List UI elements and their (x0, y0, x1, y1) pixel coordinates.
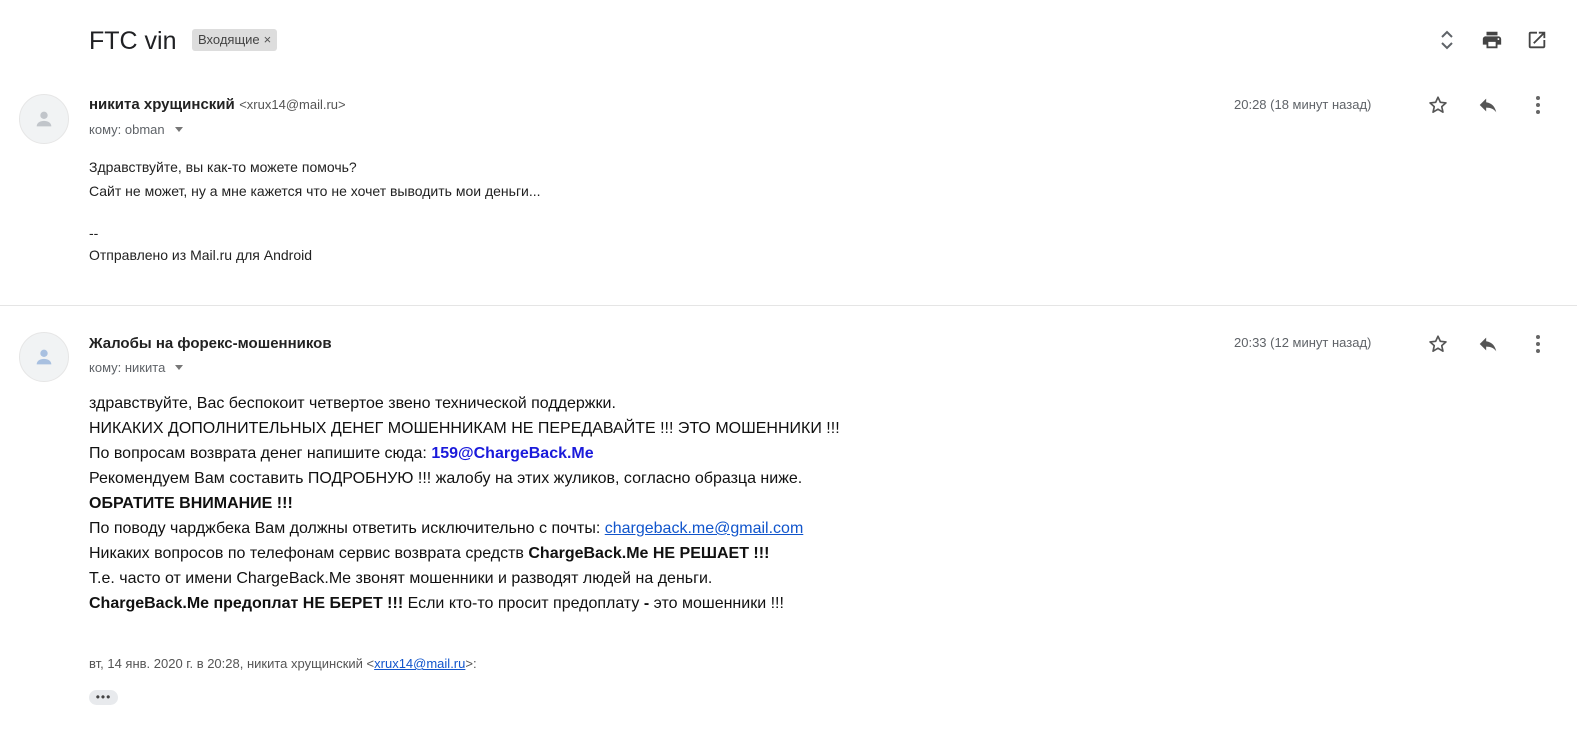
sender-avatar[interactable] (19, 94, 69, 144)
expand-collapse-icon[interactable] (1435, 28, 1459, 52)
body-text: Если кто-то просит предоплату (403, 595, 644, 612)
body-line: ChargeBack.Me предоплат НЕ БЕРЕТ !!! Есл… (89, 591, 840, 616)
recipients-text: кому: никита (89, 360, 166, 375)
sender-name[interactable]: никита хрущинский (89, 96, 235, 113)
show-trimmed-content-button[interactable]: ••• (89, 690, 118, 705)
body-line: По вопросам возврата денег напишите сюда… (89, 441, 840, 466)
show-details-caret-icon[interactable] (174, 127, 183, 132)
body-text: По вопросам возврата денег напишите сюда… (89, 445, 432, 462)
sender-email: <xrux14@mail.ru> (239, 97, 346, 112)
message-1-sender-line: никита хрущинский <xrux14@mail.ru> (89, 96, 346, 114)
body-line: Никаких вопросов по телефонам сервис воз… (89, 541, 840, 566)
quote-header: вт, 14 янв. 2020 г. в 20:28, никита хрущ… (89, 656, 477, 671)
body-line: Здравствуйте, вы как-то можете помочь? (89, 159, 357, 175)
email-link[interactable]: chargeback.me@gmail.com (605, 520, 804, 537)
body-text: это мошенники !!! (649, 595, 784, 612)
print-icon[interactable] (1480, 28, 1504, 52)
body-line: Т.е. часто от имени ChargeBack.Me звонят… (89, 570, 713, 587)
recipients-line: кому: никита (89, 360, 184, 375)
show-details-caret-icon[interactable] (175, 365, 184, 370)
message-2-body: здравствуйте, Вас беспокоит четвертое зв… (89, 391, 840, 616)
message-time: 20:33 (12 минут назад) (1234, 335, 1372, 350)
reply-icon[interactable] (1476, 93, 1500, 117)
recipients-line: кому: obman (89, 122, 183, 137)
quote-prefix: вт, 14 янв. 2020 г. в 20:28, никита хрущ… (89, 656, 375, 671)
message-1-body: Здравствуйте, вы как-то можете помочь? С… (89, 155, 541, 267)
body-line: НИКАКИХ ДОПОЛНИТЕЛЬНЫХ ДЕНЕГ МОШЕННИКАМ … (89, 420, 840, 437)
signature-separator: -- (89, 225, 99, 241)
body-line: По поводу чарджбека Вам должны ответить … (89, 516, 840, 541)
signature-line: Отправлено из Mail.ru для Android (89, 247, 313, 263)
quote-suffix: >: (465, 656, 477, 671)
body-line: Сайт не может, ну а мне кажется что не х… (89, 183, 541, 199)
star-icon[interactable] (1426, 332, 1450, 356)
quote-email-link[interactable]: xrux14@mail.ru (374, 656, 465, 671)
person-icon (36, 349, 52, 365)
body-text: Никаких вопросов по телефонам сервис воз… (89, 545, 529, 562)
message-divider (0, 305, 1577, 306)
sender-avatar[interactable] (19, 332, 69, 382)
body-line: Рекомендуем Вам составить ПОДРОБНУЮ !!! … (89, 470, 803, 487)
star-icon[interactable] (1426, 93, 1450, 117)
email-subject: FTC vin (89, 27, 177, 55)
body-bold-text: ChargeBack.Me предоплат НЕ БЕРЕТ !!! (89, 595, 404, 612)
open-new-window-icon[interactable] (1525, 28, 1549, 52)
recipients-text: кому: obman (89, 122, 165, 137)
label-text: Входящие (198, 32, 260, 47)
more-options-icon[interactable] (1526, 332, 1550, 356)
body-text: По поводу чарджбека Вам должны ответить … (89, 520, 605, 537)
sender-name[interactable]: Жалобы на форекс-мошенников (89, 335, 332, 352)
message-time: 20:28 (18 минут назад) (1234, 97, 1372, 112)
reply-icon[interactable] (1476, 332, 1500, 356)
inbox-label-chip[interactable]: Входящие × (192, 29, 278, 51)
remove-label-icon[interactable]: × (264, 29, 272, 51)
body-line: здравствуйте, Вас беспокоит четвертое зв… (89, 395, 616, 412)
person-icon (36, 111, 52, 127)
body-bold-text: ChargeBack.Me НЕ РЕШАЕТ !!! (528, 545, 770, 562)
message-2-sender-line: Жалобы на форекс-мошенников (89, 335, 332, 353)
body-line-bold: ОБРАТИТЕ ВНИМАНИЕ !!! (89, 495, 293, 512)
more-options-icon[interactable] (1526, 93, 1550, 117)
contact-address: 159@ChargeBack.Me (431, 445, 594, 462)
